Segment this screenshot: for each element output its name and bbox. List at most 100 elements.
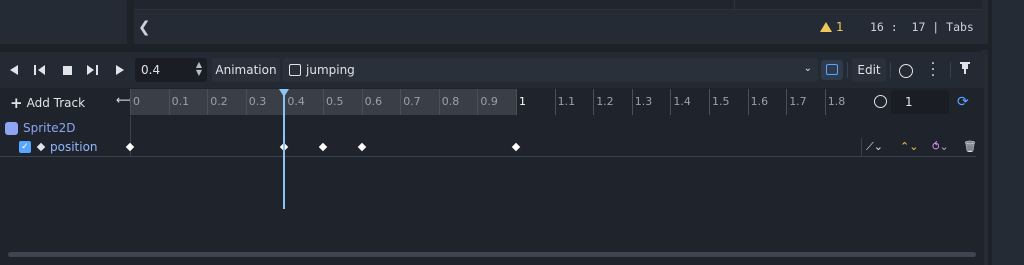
timeline-tick	[709, 89, 710, 115]
track-enabled-checkbox[interactable]: ✓	[19, 141, 31, 153]
snap-step-icon	[874, 95, 887, 108]
update-mode-icon[interactable]: ⟋⌄	[866, 140, 883, 154]
timeline-tick-label: 0.6	[364, 95, 383, 108]
chevron-down-icon: ⌄	[803, 63, 812, 74]
animation-position-field[interactable]: 0.4 ▲ ▼	[135, 58, 207, 82]
animation-position-value: 0.4	[141, 63, 161, 77]
onion-skinning-icon[interactable]	[899, 64, 913, 78]
timeline-tick	[670, 89, 672, 115]
timeline-tick-label: 1.1	[557, 95, 576, 108]
animation-icon	[289, 64, 301, 76]
timeline-tick	[323, 89, 324, 115]
autoplay-toggle[interactable]	[821, 60, 843, 80]
play-backwards-button[interactable]	[31, 61, 49, 79]
interpolation-mode-icon[interactable]: ⌃⌄	[900, 140, 918, 153]
timeline-tick-label: 1.3	[634, 95, 653, 108]
editor-status-bar: ❮ 1 16 : 17 | Tabs	[134, 10, 982, 44]
panel-divider[interactable]	[0, 44, 988, 50]
left-dock-panel	[0, 0, 127, 44]
add-track-label: Add Track	[26, 96, 86, 110]
edit-menu-button[interactable]: Edit	[852, 58, 886, 82]
timeline-tick-label: 0.4	[287, 95, 305, 108]
timeline-tick-label: 0.7	[403, 95, 421, 108]
timeline-tick-label: 0	[133, 95, 140, 108]
loop-wrap-mode-icon[interactable]: ⥀⌄	[932, 140, 949, 153]
keyframe[interactable]	[357, 142, 366, 152]
timeline-tick	[516, 89, 517, 115]
timeline-tick-label: 0.3	[248, 95, 267, 108]
playhead[interactable]	[283, 89, 286, 209]
property-track-icon	[36, 142, 46, 152]
play-backwards-from-end-button[interactable]	[5, 61, 23, 79]
keyframe[interactable]	[511, 142, 521, 152]
timeline-tick	[554, 89, 556, 115]
node-name: Sprite2D	[23, 121, 76, 135]
step-value: 1	[905, 95, 913, 109]
toolbar-separator	[847, 62, 848, 78]
timeline-tick-label: 1.8	[827, 95, 846, 108]
timeline-tick-label: 0.5	[326, 95, 344, 108]
play-backwards-pause-icon	[34, 65, 45, 75]
play-backwards-icon	[10, 65, 18, 75]
autoplay-icon	[826, 64, 838, 75]
editor-split-line	[734, 0, 735, 10]
timeline-tick-label: 1.5	[712, 95, 730, 108]
timeline-tick-label: 1.6	[750, 95, 769, 108]
right-dock	[982, 0, 1024, 265]
warnings-button[interactable]: 1	[820, 20, 844, 34]
timeline-tick-label: 0.8	[441, 95, 460, 108]
play-button[interactable]	[111, 61, 129, 79]
timeline-tick	[207, 89, 209, 115]
timeline-tick-label: 0.9	[480, 95, 498, 108]
script-editor-area[interactable]	[134, 0, 982, 10]
timeline-header: + Add Track ⟷ 0 0.1 0.2 0.3 0.4 0.5 0.6 0.7 0.8 0…	[0, 89, 984, 115]
plus-icon: +	[10, 94, 23, 112]
timeline-tick-label: 1.4	[673, 95, 691, 108]
track-property-name: position	[50, 140, 98, 154]
timeline-tick	[438, 89, 440, 115]
timeline-ruler[interactable]: 0 0.1 0.2 0.3 0.4 0.5 0.6 0.7 0.8 0.9 1 1.1 1.2 1.3 1.…	[130, 89, 860, 115]
cursor-position-label: 16 : 17 | Tabs	[870, 20, 974, 34]
animation-select[interactable]: jumping ⌄	[283, 58, 818, 82]
animation-step-field[interactable]: 1	[891, 90, 949, 114]
timeline-tick	[361, 89, 363, 115]
timeline-tick	[130, 89, 131, 115]
spin-arrows-icon[interactable]: ▲ ▼	[196, 61, 202, 77]
timeline-tick-label: 0.1	[171, 95, 190, 108]
more-options-icon[interactable]: · · ·	[926, 57, 940, 83]
play-icon	[116, 65, 124, 75]
track-group-node[interactable]: Sprite2D	[0, 119, 860, 139]
timeline-tick	[477, 89, 479, 115]
collapse-panel-button[interactable]: ❮	[138, 18, 151, 36]
play-from-start-button[interactable]	[84, 61, 102, 79]
animation-toolbar: 0.4 ▲ ▼ Animation jumping ⌄ Edit · · ·	[0, 52, 984, 88]
timeline-tick	[824, 89, 826, 115]
track-list: Sprite2D ✓ position ⟋⌄ ⌃⌄ ⥀⌄ 🗑	[0, 116, 984, 246]
stop-button[interactable]	[58, 61, 76, 79]
track-row-position[interactable]: ✓ position ⟋⌄ ⌃⌄ ⥀⌄ 🗑	[0, 138, 977, 157]
stop-icon	[62, 65, 72, 75]
timeline-tick	[747, 89, 749, 115]
timeline-tick-label: 1.7	[789, 95, 807, 108]
horizontal-scrollbar[interactable]	[8, 252, 976, 257]
loop-icon[interactable]: ⟳	[957, 94, 969, 110]
animation-panel: 0.4 ▲ ▼ Animation jumping ⌄ Edit · · · + Ad…	[0, 52, 984, 265]
play-from-start-icon	[87, 65, 98, 75]
delete-track-icon[interactable]: 🗑	[963, 140, 977, 153]
timeline-tick-label: 0.2	[210, 95, 228, 108]
keyframe[interactable]	[125, 142, 135, 152]
toolbar-separator	[950, 62, 951, 78]
animation-menu-button[interactable]: Animation	[212, 58, 280, 82]
pin-icon[interactable]	[960, 62, 970, 77]
timeline-tick-label: 1.2	[596, 95, 614, 108]
playhead-handle[interactable]	[279, 89, 290, 97]
timeline-tick	[631, 89, 633, 115]
add-track-button[interactable]: + Add Track	[10, 94, 85, 112]
keyframe[interactable]	[318, 142, 328, 152]
timeline-tick	[786, 89, 788, 115]
timeline-tick	[400, 89, 402, 115]
sprite2d-icon	[5, 122, 18, 135]
warning-count: 1	[836, 20, 844, 34]
timeline-tick-label: 1	[519, 95, 526, 108]
animation-name: jumping	[306, 63, 355, 77]
